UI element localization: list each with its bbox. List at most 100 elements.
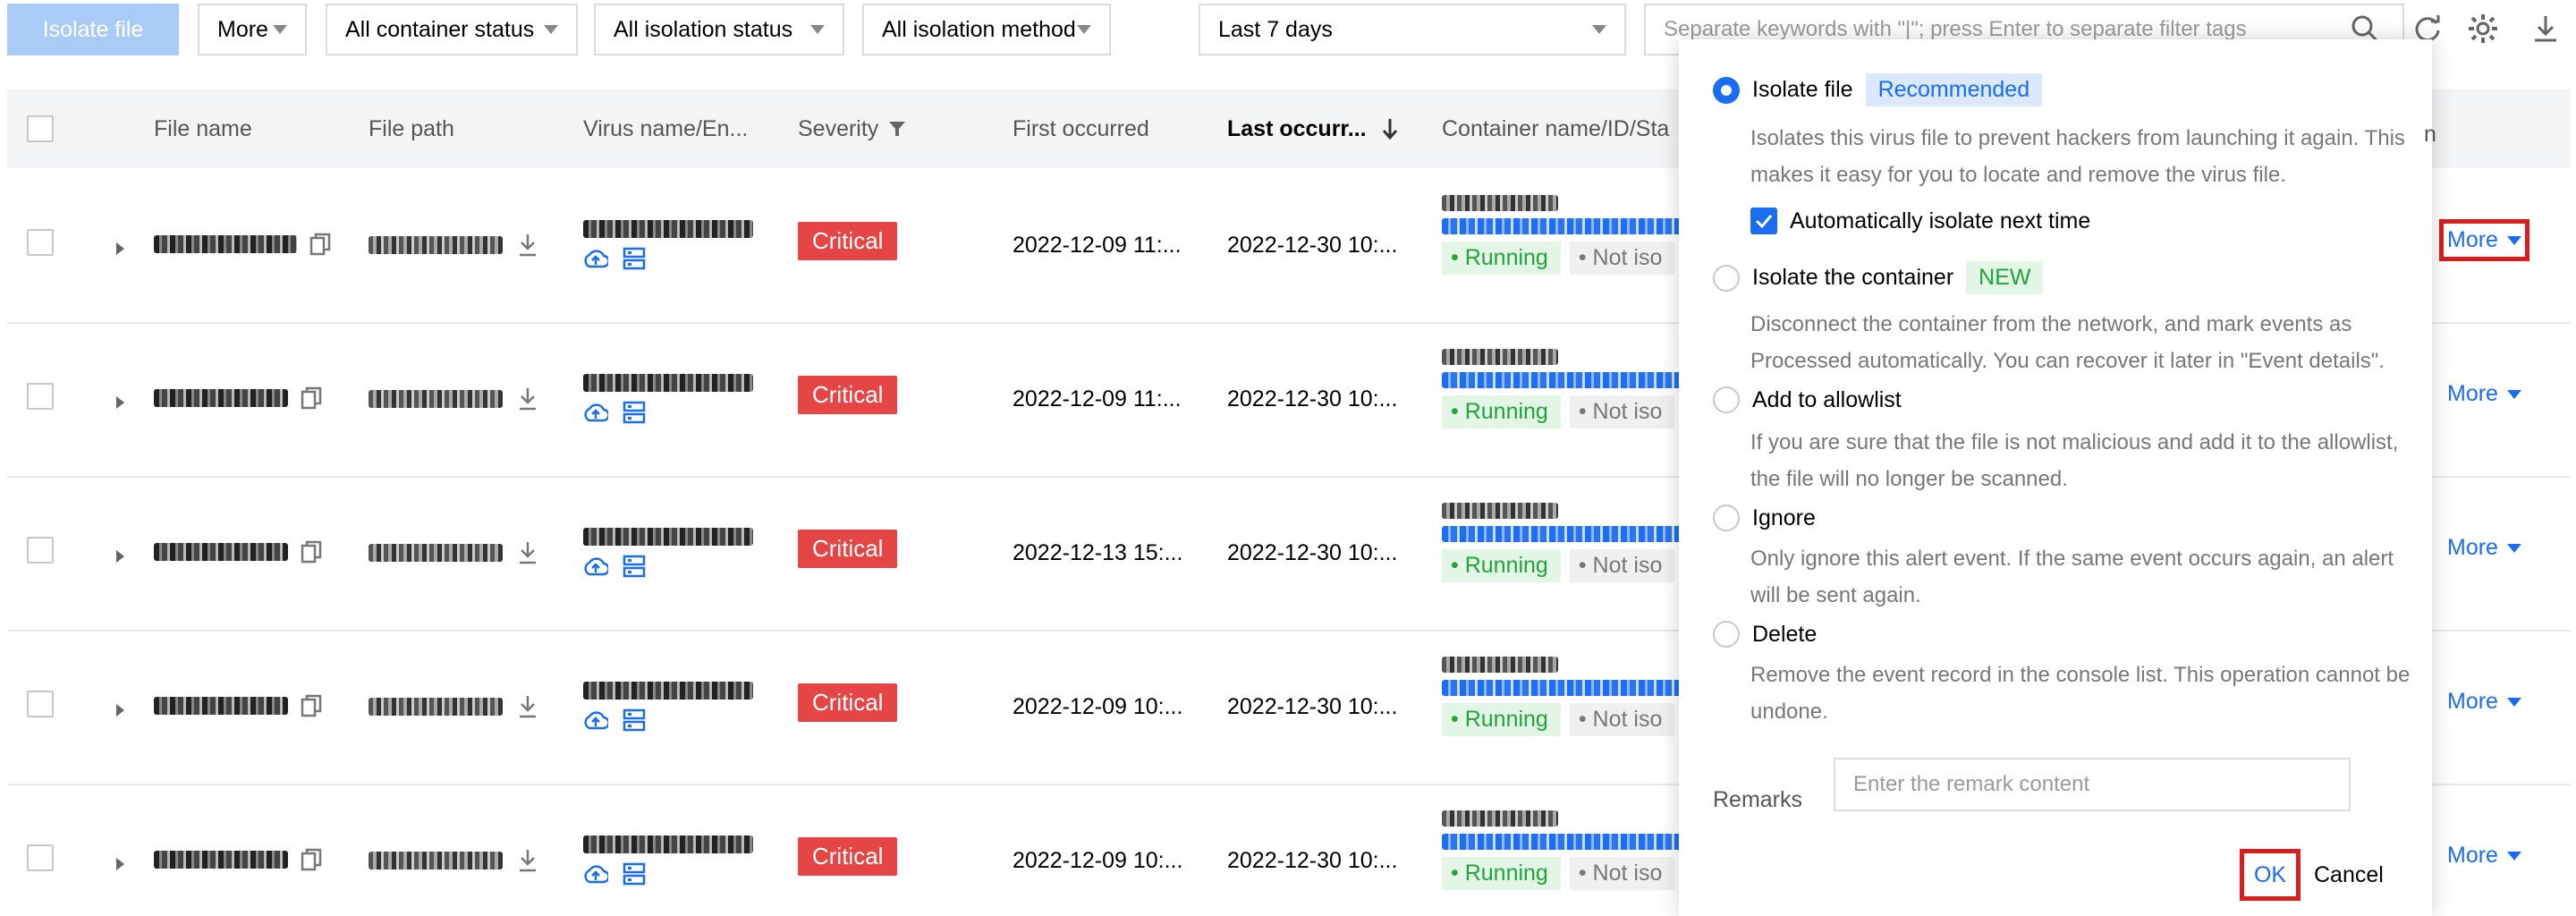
running-tag: • Running [1442, 703, 1561, 736]
server-icon[interactable] [623, 862, 646, 886]
row-more-button[interactable]: More [2447, 689, 2521, 715]
first-occurred-cell: 2022-12-09 11:... [1013, 233, 1182, 258]
chevron-down-icon [1592, 25, 1606, 34]
expand-icon[interactable] [116, 858, 124, 870]
col-operation-fragment: n [2424, 122, 2436, 147]
expand-icon[interactable] [116, 396, 124, 409]
row-more-cell: More [2447, 535, 2521, 561]
file-path-cell [369, 233, 538, 258]
cloud-upload-icon[interactable] [583, 247, 608, 270]
container-name-redacted [1442, 657, 1558, 673]
download-icon[interactable] [517, 540, 538, 565]
copy-icon[interactable] [301, 694, 322, 717]
row-checkbox[interactable] [27, 537, 54, 564]
gear-icon[interactable] [2467, 13, 2499, 45]
radio-button[interactable] [1713, 386, 1740, 413]
expand-icon[interactable] [116, 242, 124, 255]
row-more-button[interactable]: More [2439, 219, 2529, 261]
col-severity[interactable]: Severity [798, 89, 907, 168]
server-icon[interactable] [623, 247, 646, 270]
file-path-cell [369, 386, 538, 411]
option-description: Only ignore this alert event. If the sam… [1750, 547, 2394, 607]
file-name-redacted [154, 697, 288, 715]
virus-name-cell [583, 835, 753, 886]
option-tag: NEW [1966, 261, 2044, 294]
cloud-upload-icon[interactable] [583, 401, 608, 424]
option-isolate-the-container[interactable]: Isolate the container NEW [1713, 261, 2044, 294]
ok-button[interactable]: OK [2240, 849, 2301, 901]
download-icon[interactable] [517, 848, 538, 873]
virus-name-cell [583, 374, 753, 424]
option-add-to-allowlist[interactable]: Add to allowlist [1713, 386, 1902, 413]
isolation-status-select[interactable]: All isolation status [594, 4, 844, 55]
row-more-button[interactable]: More [2447, 535, 2521, 561]
row-checkbox[interactable] [27, 844, 54, 871]
row-checkbox[interactable] [27, 383, 54, 410]
container-id-link[interactable] [1442, 526, 1683, 542]
isolation-method-select[interactable]: All isolation method [862, 4, 1111, 55]
auto-isolate-checkbox[interactable]: Automatically isolate next time [1750, 208, 2090, 234]
row-more-button[interactable]: More [2447, 843, 2521, 869]
running-tag: • Running [1442, 242, 1561, 275]
remarks-input[interactable]: Enter the remark content [1834, 758, 2351, 811]
filter-icon[interactable] [887, 119, 907, 139]
virus-name-redacted [583, 528, 753, 546]
container-status-select[interactable]: All container status [326, 4, 578, 55]
container-id-link[interactable] [1442, 680, 1683, 696]
checkbox-checked-icon[interactable] [1750, 208, 1777, 234]
isolation-status-tag: • Not iso [1569, 242, 1675, 275]
copy-icon[interactable] [301, 848, 322, 871]
row-more-label: More [2447, 535, 2498, 560]
radio-button[interactable] [1713, 76, 1740, 104]
option-label: Delete [1752, 621, 1818, 647]
time-range-label: Last 7 days [1218, 16, 1333, 42]
col-first-occurred[interactable]: First occurred [1013, 89, 1149, 168]
radio-button[interactable] [1713, 264, 1740, 292]
server-icon[interactable] [623, 555, 646, 578]
server-icon[interactable] [623, 401, 646, 424]
cancel-button[interactable]: Cancel [2314, 857, 2384, 893]
option-delete[interactable]: Delete [1713, 621, 1817, 648]
copy-icon[interactable] [301, 540, 322, 564]
cloud-upload-icon[interactable] [583, 862, 608, 886]
row-checkbox[interactable] [27, 691, 54, 717]
col-virus-name[interactable]: Virus name/En... [583, 89, 748, 168]
row-checkbox[interactable] [27, 229, 54, 256]
container-cell: • Running • Not iso [1442, 195, 1683, 275]
container-id-link[interactable] [1442, 372, 1683, 388]
chevron-down-icon [2506, 389, 2521, 399]
sort-desc-icon[interactable] [1381, 117, 1399, 140]
last-occurred-cell: 2022-12-30 10:... [1227, 540, 1398, 565]
expand-icon[interactable] [116, 704, 124, 717]
row-more-label: More [2447, 689, 2498, 714]
col-file-name[interactable]: File name [154, 89, 252, 168]
download-icon[interactable] [517, 386, 538, 411]
copy-icon[interactable] [301, 386, 322, 410]
isolate-file-button[interactable]: Isolate file [7, 4, 179, 55]
copy-icon[interactable] [309, 233, 331, 256]
container-id-link[interactable] [1442, 218, 1683, 234]
file-path-redacted [369, 698, 503, 716]
row-more-button[interactable]: More [2447, 381, 2521, 407]
col-container[interactable]: Container name/ID/Sta [1442, 89, 1669, 168]
more-dropdown[interactable]: More [198, 4, 307, 55]
radio-button[interactable] [1713, 505, 1740, 531]
radio-button[interactable] [1713, 621, 1740, 648]
cloud-upload-icon[interactable] [583, 555, 608, 578]
download-icon[interactable] [2529, 13, 2562, 45]
time-range-select[interactable]: Last 7 days [1199, 4, 1626, 55]
col-last-occurred[interactable]: Last occurr... [1227, 89, 1399, 168]
server-icon[interactable] [623, 708, 646, 732]
expand-icon[interactable] [116, 550, 124, 563]
download-icon[interactable] [517, 233, 538, 258]
col-file-path[interactable]: File path [369, 89, 454, 168]
last-occurred-cell: 2022-12-30 10:... [1227, 694, 1398, 719]
container-id-link[interactable] [1442, 834, 1683, 850]
container-name-redacted [1442, 810, 1558, 827]
cloud-upload-icon[interactable] [583, 708, 608, 732]
option-isolate-file[interactable]: Isolate file Recommended [1713, 73, 2043, 106]
option-ignore[interactable]: Ignore [1713, 505, 1816, 531]
download-icon[interactable] [517, 694, 538, 719]
select-all-checkbox[interactable] [27, 89, 54, 168]
auto-isolate-label: Automatically isolate next time [1790, 208, 2091, 233]
